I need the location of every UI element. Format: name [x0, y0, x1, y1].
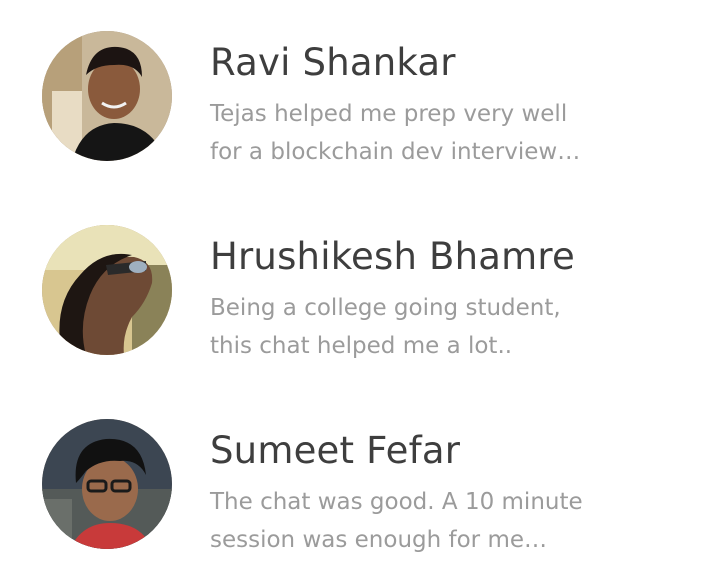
avatar-photo-ravi	[42, 31, 172, 161]
avatar	[42, 419, 172, 549]
testimonial-quote: Being a college going student, this chat…	[210, 289, 670, 365]
quote-line: this chat helped me a lot..	[210, 333, 513, 359]
testimonial-name: Ravi Shankar	[210, 41, 456, 84]
avatar-photo-sumeet	[42, 419, 172, 549]
avatar	[42, 31, 172, 161]
testimonial-list: Ravi Shankar Tejas helped me prep very w…	[0, 0, 726, 584]
quote-line: The chat was good. A 10 minute	[210, 489, 583, 515]
quote-line: Tejas helped me prep very well	[210, 101, 568, 127]
testimonial-item: Hrushikesh Bhamre Being a college going …	[42, 225, 702, 365]
quote-line: session was enough for me…	[210, 527, 548, 553]
avatar	[42, 225, 172, 355]
quote-line: for a blockchain dev interview…	[210, 139, 581, 165]
testimonial-quote: Tejas helped me prep very well for a blo…	[210, 95, 670, 171]
quote-line: Being a college going student,	[210, 295, 561, 321]
testimonial-name: Sumeet Fefar	[210, 429, 461, 472]
testimonial-quote: The chat was good. A 10 minute session w…	[210, 483, 670, 559]
testimonial-name: Hrushikesh Bhamre	[210, 235, 575, 278]
testimonial-item: Sumeet Fefar The chat was good. A 10 min…	[42, 419, 702, 559]
testimonial-item: Ravi Shankar Tejas helped me prep very w…	[42, 31, 702, 171]
avatar-photo-hrushikesh	[42, 225, 172, 355]
